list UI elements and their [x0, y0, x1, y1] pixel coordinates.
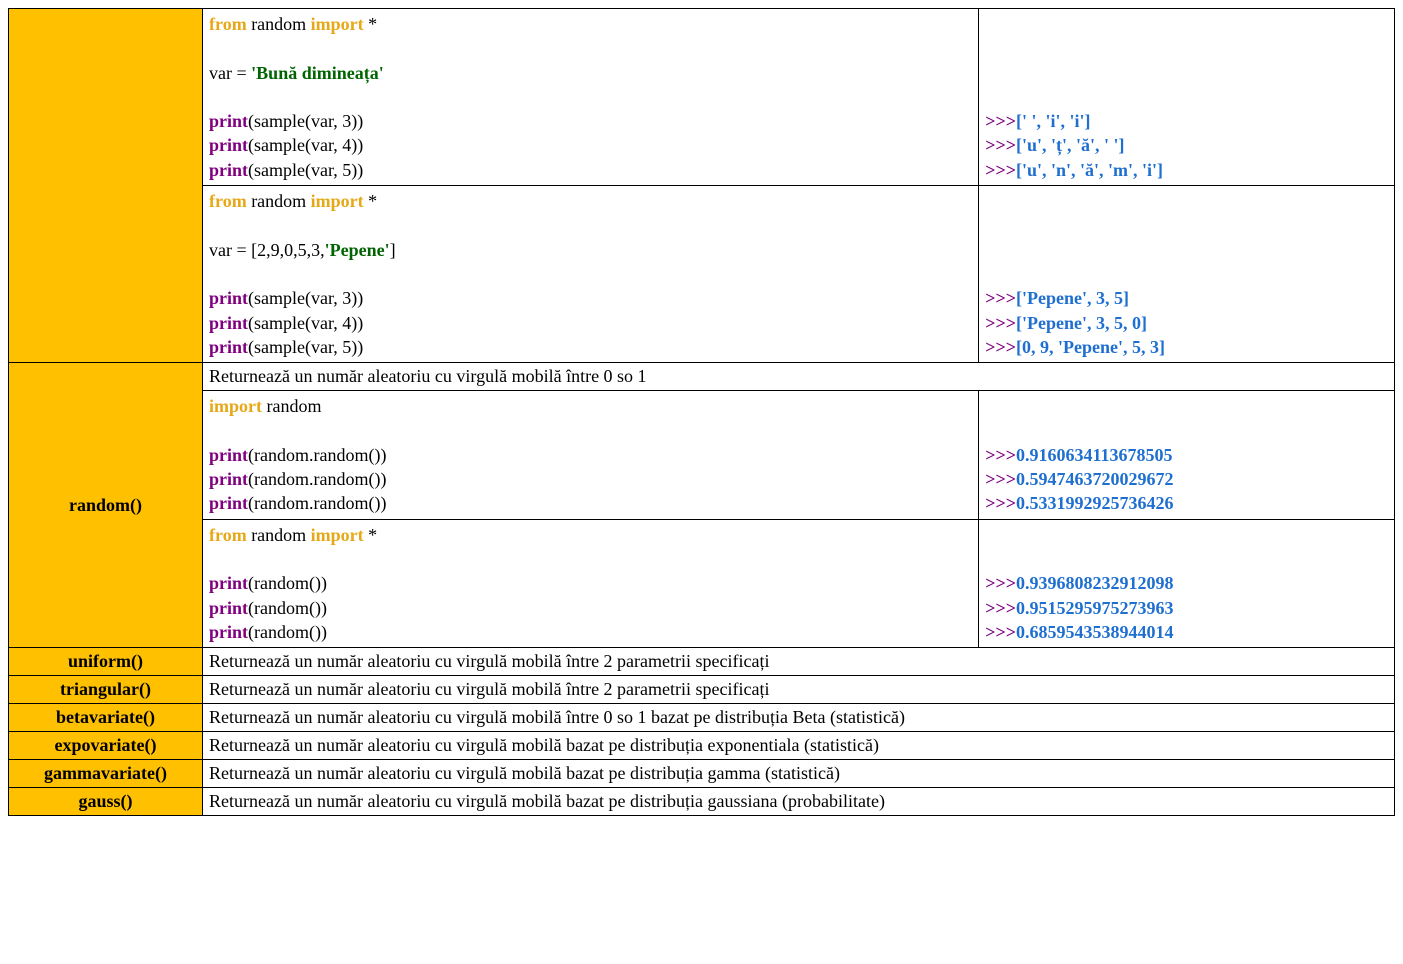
table-row: betavariate()Returnează un număr aleator… — [9, 704, 1395, 732]
description-cell: Returnează un număr aleatoriu cu virgulă… — [203, 732, 1395, 760]
code-cell: from random import * print(random())prin… — [203, 519, 979, 647]
function-name-cell: betavariate() — [9, 704, 203, 732]
code-cell: from random import * var = 'Bună diminea… — [203, 9, 979, 186]
description-cell: Returnează un număr aleatoriu cu virgulă… — [203, 788, 1395, 816]
table-row: from random import * print(random())prin… — [9, 519, 1395, 647]
description-cell: Returnează un număr aleatoriu cu virgulă… — [203, 363, 1395, 391]
table-row: gauss()Returnează un număr aleatoriu cu … — [9, 788, 1395, 816]
function-name-cell: uniform() — [9, 648, 203, 676]
code-cell: import random print(random.random())prin… — [203, 391, 979, 519]
function-name-cell — [9, 9, 203, 363]
table-row: gammavariate()Returnează un număr aleato… — [9, 760, 1395, 788]
function-name-cell: random() — [9, 363, 203, 648]
output-cell: >>>[' ', 'i', 'i']>>>['u', 'ț', 'ă', ' '… — [979, 9, 1395, 186]
code-cell: from random import * var = [2,9,0,5,3,'P… — [203, 186, 979, 363]
function-name-cell: gauss() — [9, 788, 203, 816]
reference-table: from random import * var = 'Bună diminea… — [8, 8, 1395, 816]
output-cell: >>>['Pepene', 3, 5]>>>['Pepene', 3, 5, 0… — [979, 186, 1395, 363]
table-row: import random print(random.random())prin… — [9, 391, 1395, 519]
table-row: expovariate()Returnează un număr aleator… — [9, 732, 1395, 760]
table-row: random() Returnează un număr aleatoriu c… — [9, 363, 1395, 391]
table-row: from random import * var = [2,9,0,5,3,'P… — [9, 186, 1395, 363]
table-row: uniform()Returnează un număr aleatoriu c… — [9, 648, 1395, 676]
table-row: triangular()Returnează un număr aleatori… — [9, 676, 1395, 704]
description-cell: Returnează un număr aleatoriu cu virgulă… — [203, 676, 1395, 704]
table-row: from random import * var = 'Bună diminea… — [9, 9, 1395, 186]
description-cell: Returnează un număr aleatoriu cu virgulă… — [203, 704, 1395, 732]
description-cell: Returnează un număr aleatoriu cu virgulă… — [203, 648, 1395, 676]
function-name-cell: gammavariate() — [9, 760, 203, 788]
output-cell: >>>0.9160634113678505>>>0.59474637200296… — [979, 391, 1395, 519]
description-cell: Returnează un număr aleatoriu cu virgulă… — [203, 760, 1395, 788]
function-name-cell: expovariate() — [9, 732, 203, 760]
function-name-cell: triangular() — [9, 676, 203, 704]
output-cell: >>>0.9396808232912098>>>0.95152959752739… — [979, 519, 1395, 647]
